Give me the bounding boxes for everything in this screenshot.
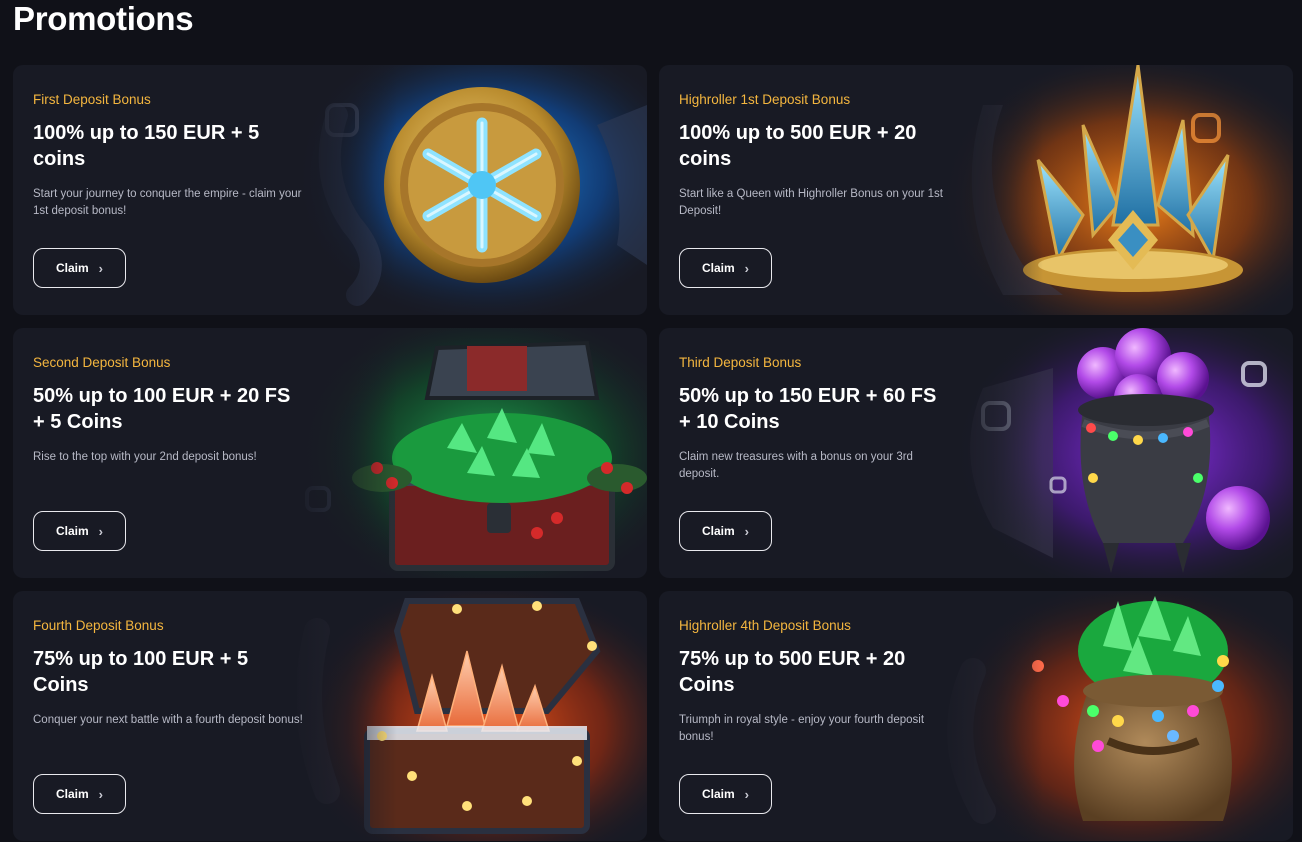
promo-title: 50% up to 100 EUR + 20 FS + 5 Coins bbox=[33, 385, 291, 433]
promo-description: Rise to the top with your 2nd deposit bo… bbox=[33, 451, 257, 463]
promo-subtitle: Highroller 4th Deposit Bonus bbox=[679, 618, 851, 633]
promo-title: 50% up to 150 EUR + 60 FS + 10 Coins bbox=[679, 385, 937, 433]
promo-title: 100% up to 500 EUR + 20 coins bbox=[679, 122, 917, 170]
chevron-right-icon: › bbox=[744, 786, 750, 802]
card-text: Fourth Deposit Bonus 75% up to 100 EUR +… bbox=[33, 618, 303, 729]
promo-card-fourth-deposit: Fourth Deposit Bonus 75% up to 100 EUR +… bbox=[13, 591, 647, 841]
promo-card-highroller-4th-deposit: Highroller 4th Deposit Bonus 75% up to 5… bbox=[659, 591, 1293, 841]
card-text: Third Deposit Bonus 50% up to 150 EUR + … bbox=[679, 355, 949, 483]
card-text: Highroller 1st Deposit Bonus 100% up to … bbox=[679, 92, 949, 220]
promo-description: Conquer your next battle with a fourth d… bbox=[33, 714, 303, 726]
claim-button-label: Claim bbox=[55, 524, 89, 538]
card-art-fade bbox=[287, 591, 397, 841]
claim-button-label: Claim bbox=[55, 787, 89, 801]
card-text: First Deposit Bonus 100% up to 150 EUR +… bbox=[33, 92, 303, 220]
promo-card-first-deposit: First Deposit Bonus 100% up to 150 EUR +… bbox=[13, 65, 647, 315]
promo-title: 100% up to 150 EUR + 5 coins bbox=[33, 122, 260, 170]
claim-button-label: Claim bbox=[701, 261, 735, 275]
promo-subtitle: Highroller 1st Deposit Bonus bbox=[679, 92, 851, 107]
claim-button-label: Claim bbox=[701, 787, 735, 801]
chevron-right-icon: › bbox=[98, 260, 104, 276]
promo-title: 75% up to 500 EUR + 20 Coins bbox=[679, 648, 906, 696]
claim-button[interactable]: Claim › bbox=[33, 511, 126, 551]
promo-title: 75% up to 100 EUR + 5 Coins bbox=[33, 648, 249, 696]
promo-description: Start like a Queen with Highroller Bonus… bbox=[679, 188, 943, 217]
claim-button[interactable]: Claim › bbox=[679, 774, 772, 814]
promo-description: Triumph in royal style - enjoy your four… bbox=[679, 714, 925, 743]
claim-button[interactable]: Claim › bbox=[679, 248, 772, 288]
claim-button-label: Claim bbox=[701, 524, 735, 538]
page-title: Promotions bbox=[13, 0, 194, 37]
promo-description: Claim new treasures with a bonus on your… bbox=[679, 451, 913, 480]
promotions-grid: First Deposit Bonus 100% up to 150 EUR +… bbox=[13, 65, 1293, 842]
chevron-right-icon: › bbox=[98, 786, 104, 802]
card-text: Second Deposit Bonus 50% up to 100 EUR +… bbox=[33, 355, 303, 466]
claim-button-label: Claim bbox=[55, 261, 89, 275]
promo-card-third-deposit: Third Deposit Bonus 50% up to 150 EUR + … bbox=[659, 328, 1293, 578]
card-art-fade bbox=[933, 328, 1043, 578]
card-text: Highroller 4th Deposit Bonus 75% up to 5… bbox=[679, 618, 949, 746]
promo-description: Start your journey to conquer the empire… bbox=[33, 188, 302, 217]
chevron-right-icon: › bbox=[744, 260, 750, 276]
card-art-fade bbox=[933, 591, 1043, 841]
promo-subtitle: Second Deposit Bonus bbox=[33, 355, 171, 370]
card-art-fade bbox=[287, 65, 397, 315]
promotions-page: Promotions First Deposit Bonus 100% up t… bbox=[0, 0, 1302, 842]
promo-subtitle: First Deposit Bonus bbox=[33, 92, 151, 107]
claim-button[interactable]: Claim › bbox=[679, 511, 772, 551]
promo-subtitle: Fourth Deposit Bonus bbox=[33, 618, 164, 633]
claim-button[interactable]: Claim › bbox=[33, 248, 126, 288]
chevron-right-icon: › bbox=[98, 523, 104, 539]
promo-card-second-deposit: Second Deposit Bonus 50% up to 100 EUR +… bbox=[13, 328, 647, 578]
card-art-fade bbox=[933, 65, 1043, 315]
promo-subtitle: Third Deposit Bonus bbox=[679, 355, 802, 370]
claim-button[interactable]: Claim › bbox=[33, 774, 126, 814]
chevron-right-icon: › bbox=[744, 523, 750, 539]
card-art-fade bbox=[287, 328, 397, 578]
promo-card-highroller-1st-deposit: Highroller 1st Deposit Bonus 100% up to … bbox=[659, 65, 1293, 315]
